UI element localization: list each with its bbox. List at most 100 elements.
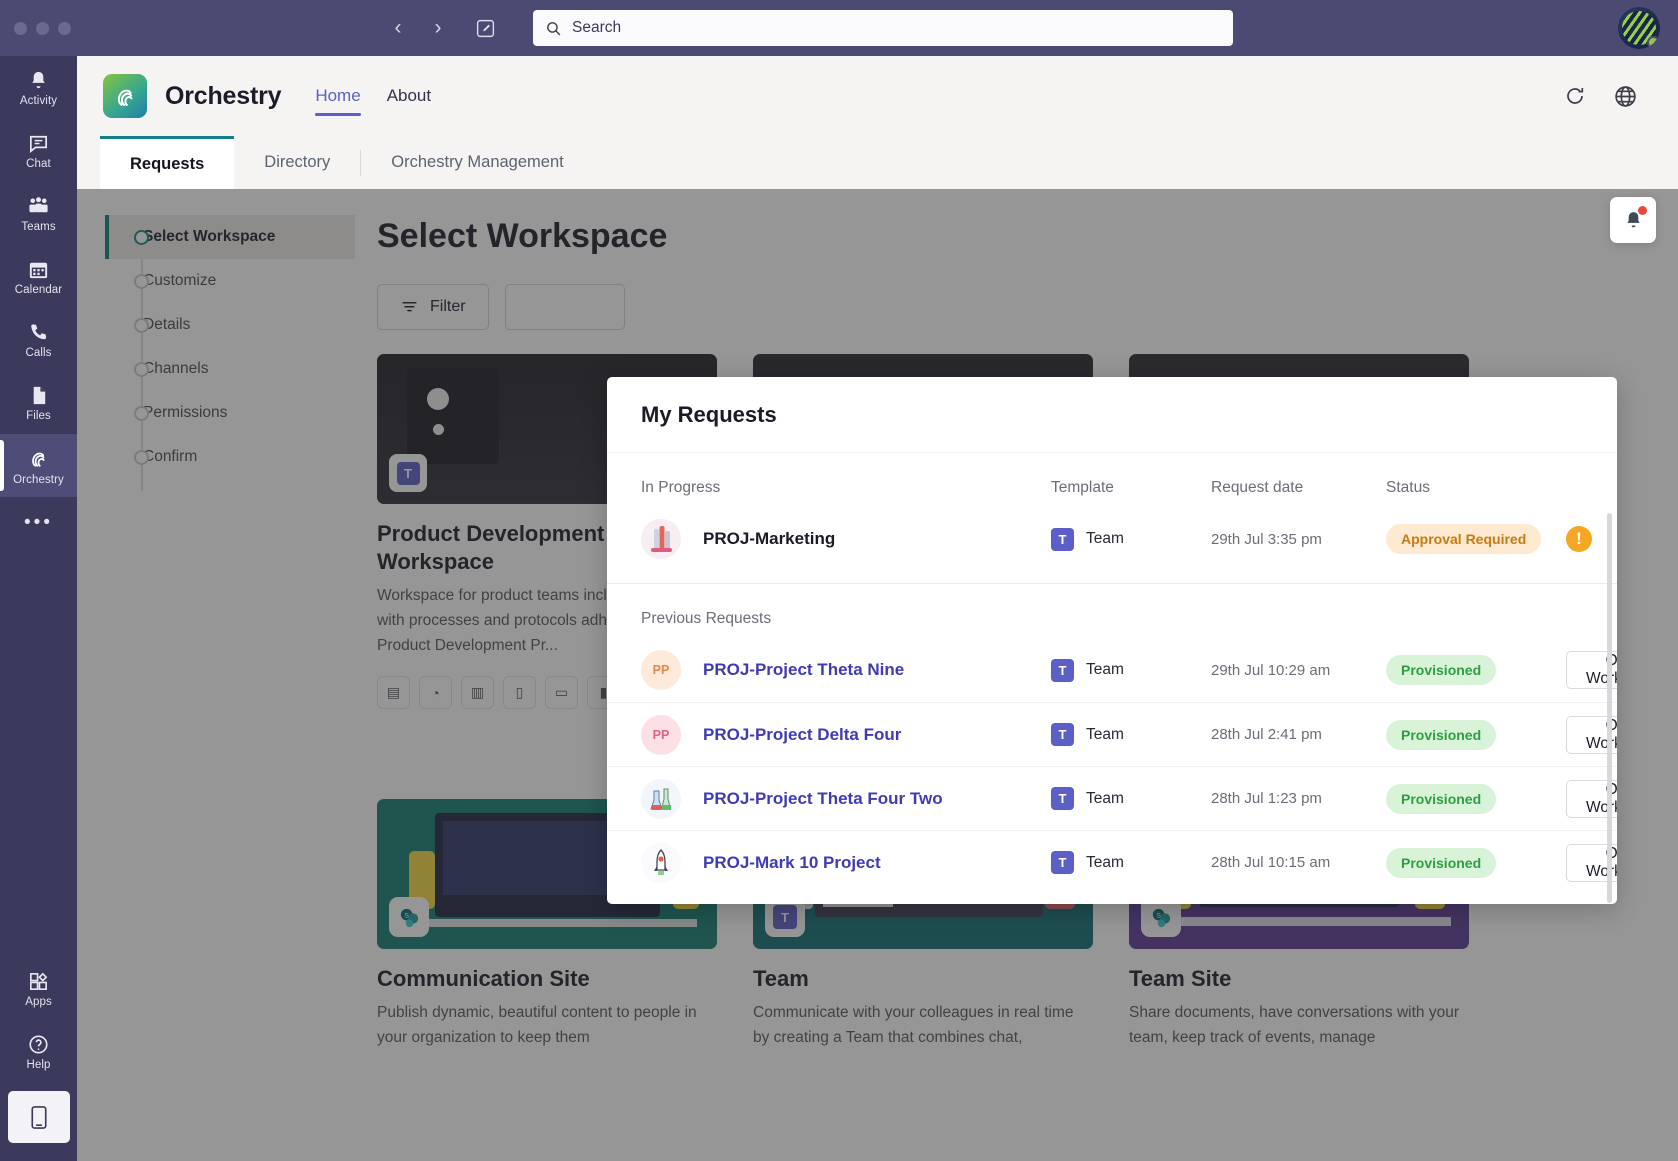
apps-icon [30, 972, 48, 990]
avatar: PP [641, 650, 681, 690]
page-tabs: Requests Directory Orchestry Management [77, 136, 1678, 189]
template-cell: T Team [1051, 527, 1211, 551]
calendar-icon [29, 262, 48, 278]
globe-icon[interactable] [1613, 84, 1638, 109]
orchestry-logo-icon [103, 74, 147, 118]
request-name-cell: PROJ-Project Theta Four Two [641, 778, 1051, 819]
sidebar-item-orchestry[interactable]: Orchestry [0, 434, 77, 497]
column-header-template: Template [1051, 479, 1114, 496]
request-date: 29th Jul 10:29 am [1211, 661, 1331, 679]
template-name: Team [1086, 661, 1124, 678]
sidebar-item-label: Activity [19, 94, 58, 107]
tab-directory[interactable]: Directory [234, 136, 360, 189]
previous-requests-header-row: Previous Requests [607, 584, 1617, 638]
in-progress-header-row: In Progress Template Request date Status [607, 453, 1617, 507]
sidebar-item-label: Chat [26, 157, 51, 170]
bell-icon [32, 71, 45, 88]
template-cell: T Team [1051, 723, 1211, 746]
status-badge: Approval Required [1386, 524, 1542, 554]
back-icon[interactable]: ‹ [381, 11, 415, 45]
request-name: PROJ-Marketing [703, 529, 836, 548]
request-name-cell: PROJ-Marketing [641, 519, 1051, 559]
table-row[interactable]: PROJ-Mark 10 Project T Team 28th Jul 10:… [607, 830, 1617, 894]
template-cell: T Team [1051, 787, 1211, 810]
avatar-image [641, 778, 681, 819]
app-header-actions [1563, 84, 1652, 109]
status-cell: Provisioned [1386, 655, 1566, 685]
window-controls[interactable] [14, 21, 71, 35]
request-name[interactable]: PROJ-Project Theta Nine [703, 660, 904, 680]
sidebar-item-label: Files [26, 409, 51, 422]
sidebar-item-label: Calls [25, 346, 52, 359]
sidebar-item-help[interactable]: Help [0, 1020, 77, 1083]
unread-indicator [1638, 206, 1647, 215]
request-name[interactable]: PROJ-Mark 10 Project [703, 853, 881, 873]
request-date: 28th Jul 2:41 pm [1211, 726, 1322, 743]
search-placeholder: Search [572, 19, 622, 36]
sidebar-item-files[interactable]: Files [0, 371, 77, 434]
modal-scrollbar[interactable] [1607, 513, 1612, 903]
sidebar-item-label: Apps [25, 995, 52, 1008]
modal-body[interactable]: In Progress Template Request date Status [607, 453, 1617, 904]
compose-icon[interactable] [467, 11, 503, 45]
forward-icon[interactable]: › [421, 11, 455, 45]
sidebar-item-teams[interactable]: Teams [0, 182, 77, 245]
notifications-button[interactable] [1610, 197, 1656, 243]
teams-icon: T [1051, 658, 1074, 682]
sidebar-item-calls[interactable]: Calls [0, 308, 77, 371]
tab-home[interactable]: Home [315, 56, 362, 136]
page-body: Select Workspace Customize Details Chann… [77, 189, 1678, 1161]
table-row[interactable]: PP PROJ-Project Delta Four T Team 28th J… [607, 702, 1617, 766]
template-cell: T Team [1051, 658, 1211, 682]
status-cell: Provisioned [1386, 847, 1566, 878]
title-bar: ‹ › Search [0, 0, 1678, 56]
template-name: Team [1086, 789, 1124, 807]
refresh-icon[interactable] [1563, 84, 1587, 108]
presence-indicator [1647, 36, 1660, 49]
orchestry-icon [32, 452, 45, 467]
table-row[interactable]: PROJ-Marketing T Team 29th Jul 3:35 pm A… [607, 507, 1617, 571]
avatar: PP [641, 714, 681, 755]
my-requests-modal: My Requests In Progress Template Request… [607, 377, 1617, 904]
status-badge: Provisioned [1386, 847, 1497, 878]
sidebar-item-apps[interactable]: Apps [0, 957, 77, 1020]
more-apps-button[interactable]: ••• [0, 497, 77, 549]
search-icon [547, 21, 561, 35]
file-icon [33, 386, 46, 404]
status-cell: Provisioned [1386, 783, 1566, 814]
app-window: ‹ › Search Activity Chat Teams Calendar … [0, 0, 1678, 1161]
avatar-initials: PP [652, 663, 670, 677]
column-header-date: Request date [1211, 479, 1304, 496]
status-badge: Provisioned [1386, 655, 1497, 685]
search-input[interactable]: Search [533, 10, 1233, 46]
close-window-button[interactable] [14, 21, 27, 35]
avatar [641, 842, 681, 883]
avatar [641, 778, 681, 819]
template-cell: T Team [1051, 851, 1211, 874]
download-mobile-app-button[interactable] [7, 1091, 70, 1143]
tab-about[interactable]: About [387, 56, 431, 136]
table-row[interactable]: PROJ-Project Theta Four Two T Team 28th … [607, 766, 1617, 830]
teams-icon [29, 196, 48, 212]
sidebar-item-calendar[interactable]: Calendar [0, 245, 77, 308]
request-name[interactable]: PROJ-Project Delta Four [703, 725, 901, 745]
sidebar-item-activity[interactable]: Activity [0, 56, 77, 119]
request-name-cell: PP PROJ-Project Delta Four [641, 714, 1051, 755]
minimize-window-button[interactable] [36, 21, 49, 35]
request-name[interactable]: PROJ-Project Theta Four Two [703, 789, 943, 809]
tab-orchestry-management[interactable]: Orchestry Management [361, 136, 593, 189]
chat-icon [29, 135, 48, 153]
tab-requests[interactable]: Requests [100, 136, 235, 189]
modal-title: My Requests [641, 401, 777, 427]
avatar[interactable] [1618, 7, 1660, 49]
modal-header: My Requests [607, 377, 1617, 453]
template-name: Team [1086, 853, 1124, 871]
sidebar-item-chat[interactable]: Chat [0, 119, 77, 182]
table-row[interactable]: PP PROJ-Project Theta Nine T Team 29th J… [607, 638, 1617, 702]
maximize-window-button[interactable] [58, 21, 71, 35]
status-cell: Provisioned [1386, 719, 1566, 750]
sidebar-item-label: Help [26, 1058, 51, 1071]
request-date: 28th Jul 1:23 pm [1211, 790, 1322, 807]
avatar-image [641, 519, 681, 559]
alert-icon[interactable]: ! [1566, 526, 1592, 552]
